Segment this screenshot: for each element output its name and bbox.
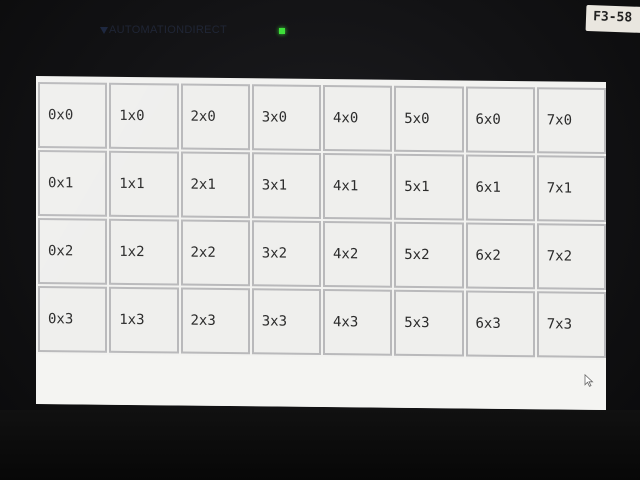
grid-button-7x1[interactable]: 7x1	[536, 155, 606, 222]
grid-button-5x3[interactable]: 5x3	[394, 289, 464, 357]
grid-button-0x3[interactable]: 0x3	[38, 286, 108, 353]
screen-empty-area	[36, 354, 606, 410]
grid-button-4x2[interactable]: 4x2	[323, 221, 393, 288]
grid-button-6x3[interactable]: 6x3	[465, 290, 535, 358]
grid-button-6x2[interactable]: 6x2	[465, 222, 535, 290]
grid-button-1x1[interactable]: 1x1	[109, 150, 179, 218]
grid-button-3x1[interactable]: 3x1	[251, 152, 321, 219]
grid-button-1x0[interactable]: 1x0	[109, 82, 179, 150]
mouse-pointer-icon	[584, 373, 594, 387]
grid-button-2x3[interactable]: 2x3	[180, 287, 250, 355]
grid-button-0x1[interactable]: 0x1	[38, 150, 108, 217]
grid-button-2x0[interactable]: 2x0	[180, 83, 250, 151]
grid-button-4x1[interactable]: 4x1	[323, 153, 393, 220]
grid-button-5x0[interactable]: 5x0	[394, 85, 464, 153]
brand-triangle-icon	[100, 26, 108, 34]
status-led	[279, 28, 285, 34]
grid-button-2x2[interactable]: 2x2	[180, 219, 250, 287]
grid-button-4x3[interactable]: 4x3	[323, 289, 393, 356]
grid-button-0x0[interactable]: 0x0	[38, 82, 108, 149]
grid-button-7x3[interactable]: 7x3	[536, 291, 606, 358]
grid-button-1x3[interactable]: 1x3	[109, 286, 179, 354]
sticker-label: F3-58	[592, 9, 633, 26]
bezel-bottom	[0, 410, 640, 480]
grid-button-1x2[interactable]: 1x2	[109, 218, 179, 286]
grid-button-3x3[interactable]: 3x3	[251, 288, 321, 355]
grid-button-4x0[interactable]: 4x0	[323, 85, 393, 152]
grid-button-3x2[interactable]: 3x2	[251, 220, 321, 287]
grid-button-3x0[interactable]: 3x0	[251, 84, 321, 151]
grid-button-6x0[interactable]: 6x0	[465, 86, 535, 154]
brand-text: AUTOMATIONDIRECT	[109, 24, 228, 36]
grid-button-7x2[interactable]: 7x2	[536, 223, 606, 290]
grid-button-5x1[interactable]: 5x1	[394, 153, 464, 221]
hmi-bezel: AUTOMATIONDIRECT F3-58 0x0 1x0 2x0 3x0 4x0 5x…	[0, 0, 640, 480]
grid-button-5x2[interactable]: 5x2	[394, 221, 464, 289]
touch-screen: 0x0 1x0 2x0 3x0 4x0 5x0 6x0 7x0 0x1 1x1 2x1 3x1 4x1 5…	[36, 76, 606, 410]
brand-logo: AUTOMATIONDIRECT	[100, 24, 227, 36]
device-sticker: F3-58	[585, 4, 640, 34]
grid-button-7x0[interactable]: 7x0	[536, 87, 606, 154]
grid-button-6x1[interactable]: 6x1	[465, 154, 535, 222]
grid-button-0x2[interactable]: 0x2	[38, 218, 108, 285]
grid-button-2x1[interactable]: 2x1	[180, 151, 250, 219]
button-grid: 0x0 1x0 2x0 3x0 4x0 5x0 6x0 7x0 0x1 1x1 2x1 3x1 4x1 5…	[38, 82, 606, 358]
